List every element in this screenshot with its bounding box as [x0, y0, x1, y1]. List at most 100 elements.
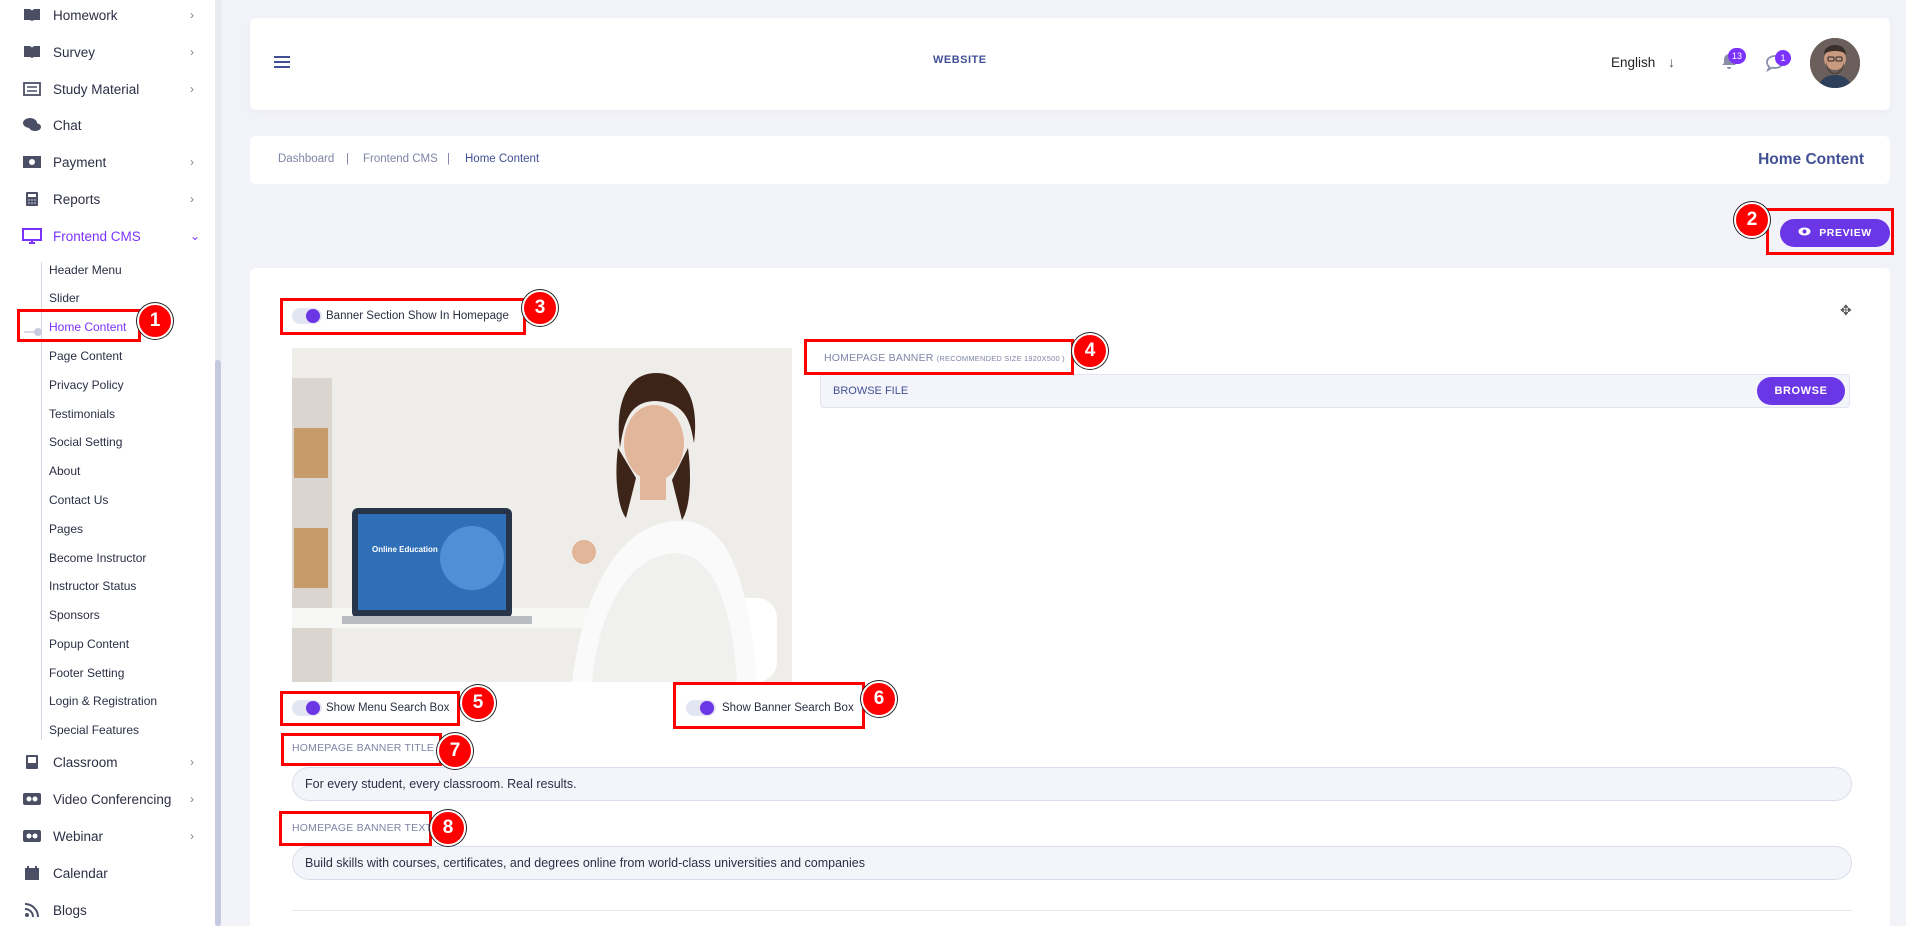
chevron-right-icon: › [190, 829, 194, 843]
banner-section-toggle[interactable] [292, 308, 322, 324]
menu-search-toggle[interactable] [292, 700, 322, 716]
avatar[interactable] [1810, 38, 1860, 88]
sidebar-item-frontend-cms[interactable]: Frontend CMS ⌄ [0, 221, 212, 251]
sidebar-item-label: Survey [53, 44, 96, 60]
banner-title-label: HOMEPAGE BANNER TITLE [292, 742, 435, 754]
homepage-banner-label-text: HOMEPAGE BANNER [824, 352, 934, 364]
submenu-popup-content[interactable]: Popup Content [49, 634, 129, 654]
sidebar-item-study-material[interactable]: Study Material › [0, 74, 212, 104]
browse-button[interactable]: BROWSE [1757, 377, 1845, 405]
active-indicator [24, 331, 34, 333]
video-icon [22, 790, 42, 808]
submenu-social-setting[interactable]: Social Setting [49, 432, 122, 452]
menu-search-toggle-label: Show Menu Search Box [326, 702, 450, 714]
sidebar-item-calendar[interactable]: Calendar [0, 858, 212, 888]
sidebar-item-label: Chat [53, 117, 82, 133]
submenu-pages[interactable]: Pages [49, 519, 83, 539]
chevron-right-icon: › [190, 45, 194, 59]
sidebar-scrollbar-thumb[interactable] [215, 360, 221, 926]
banner-text-input[interactable]: Build skills with courses, certificates,… [292, 846, 1852, 880]
chat-icon [22, 116, 42, 134]
video-icon [22, 827, 42, 845]
annotation-marker: 1 [137, 303, 173, 339]
submenu-become-instructor[interactable]: Become Instructor [49, 548, 146, 568]
rss-icon [22, 901, 42, 919]
sidebar-item-video-conferencing[interactable]: Video Conferencing › [0, 784, 212, 814]
submenu-footer-setting[interactable]: Footer Setting [49, 663, 124, 683]
submenu-about[interactable]: About [49, 461, 80, 481]
move-icon[interactable]: ✥ [1840, 302, 1852, 319]
homepage-banner-hint: (RECOMMENDED SIZE 1920X500 ) [936, 354, 1065, 363]
breadcrumb-separator: | [447, 153, 450, 165]
sidebar-item-payment[interactable]: Payment › [0, 147, 212, 177]
message-badge: 1 [1775, 50, 1791, 66]
page-title: Home Content [1758, 151, 1864, 168]
banner-title-input[interactable]: For every student, every classroom. Real… [292, 767, 1852, 801]
submenu-testimonials[interactable]: Testimonials [49, 404, 115, 424]
home-content-form: Banner Section Show In Homepage ✥ Online… [250, 268, 1890, 926]
submenu-contact-us[interactable]: Contact Us [49, 490, 108, 510]
book-icon [22, 43, 42, 61]
arrow-down-icon[interactable]: ↓ [1668, 54, 1675, 70]
annotation-marker: 7 [437, 733, 473, 769]
homepage-banner-label: HOMEPAGE BANNER (RECOMMENDED SIZE 1920X5… [824, 352, 1065, 364]
annotation-marker: 8 [430, 810, 466, 846]
submenu-instructor-status[interactable]: Instructor Status [49, 576, 136, 596]
submenu-header-menu[interactable]: Header Menu [49, 260, 122, 280]
annotation-marker: 4 [1072, 333, 1108, 369]
submenu-login-registration[interactable]: Login & Registration [49, 691, 157, 711]
file-placeholder: BROWSE FILE [833, 385, 909, 397]
sidebar-item-webinar[interactable]: Webinar › [0, 821, 212, 851]
sidebar-item-label: Study Material [53, 81, 140, 97]
submenu-sponsors[interactable]: Sponsors [49, 605, 100, 625]
sidebar-item-reports[interactable]: Reports › [0, 184, 212, 214]
annotation-marker: 3 [522, 290, 558, 326]
chevron-right-icon: › [190, 755, 194, 769]
chevron-right-icon: › [190, 8, 194, 22]
breadcrumb-separator: | [346, 153, 349, 165]
breadcrumb: Dashboard | Frontend CMS | Home Content … [250, 136, 1890, 184]
classroom-icon [22, 753, 42, 771]
calculator-icon [22, 190, 42, 208]
list-icon [22, 80, 42, 98]
calendar-icon [22, 864, 42, 882]
sidebar-item-chat[interactable]: Chat [0, 110, 212, 140]
annotation-marker: 5 [460, 685, 496, 721]
chevron-right-icon: › [190, 155, 194, 169]
banner-search-toggle[interactable] [686, 700, 716, 716]
website-link[interactable]: WEBSITE [933, 54, 987, 66]
submenu-home-content[interactable]: Home Content [49, 317, 126, 337]
submenu-privacy-policy[interactable]: Privacy Policy [49, 375, 124, 395]
preview-button[interactable]: PREVIEW [1780, 219, 1890, 247]
banner-image: Online Education [292, 348, 792, 682]
sidebar-item-classroom[interactable]: Classroom › [0, 747, 212, 777]
chevron-right-icon: › [190, 82, 194, 96]
chevron-right-icon: › [190, 192, 194, 206]
breadcrumb-home-content: Home Content [465, 153, 540, 165]
sidebar-item-label: Frontend CMS [53, 228, 141, 244]
sidebar: Homework › Survey › Study Material › Cha… [0, 0, 219, 926]
sidebar-item-label: Classroom [53, 754, 118, 770]
breadcrumb-dashboard[interactable]: Dashboard [278, 153, 334, 165]
submenu-slider[interactable]: Slider [49, 288, 80, 308]
monitor-icon [22, 227, 42, 245]
divider [292, 910, 1852, 911]
banner-image-text: Online Education [372, 545, 438, 554]
breadcrumb-frontend-cms[interactable]: Frontend CMS [363, 153, 438, 165]
notification-badge: 13 [1728, 48, 1746, 64]
sidebar-item-label: Reports [53, 191, 101, 207]
eye-icon [1798, 227, 1811, 239]
chevron-right-icon: › [190, 792, 194, 806]
sidebar-item-homework[interactable]: Homework › [0, 0, 212, 30]
sidebar-item-survey[interactable]: Survey › [0, 37, 212, 67]
language-select[interactable]: English [1611, 55, 1655, 70]
menu-toggle-icon[interactable] [274, 56, 290, 70]
submenu-special-features[interactable]: Special Features [49, 720, 139, 740]
banner-text-label: HOMEPAGE BANNER TEXT [292, 822, 433, 834]
preview-label: PREVIEW [1819, 227, 1872, 239]
sidebar-item-label: Homework [53, 7, 118, 23]
banner-file-input[interactable]: BROWSE FILE [820, 374, 1850, 408]
submenu-page-content[interactable]: Page Content [49, 346, 122, 366]
sidebar-item-label: Calendar [53, 865, 108, 881]
sidebar-item-blogs[interactable]: Blogs [0, 895, 212, 925]
